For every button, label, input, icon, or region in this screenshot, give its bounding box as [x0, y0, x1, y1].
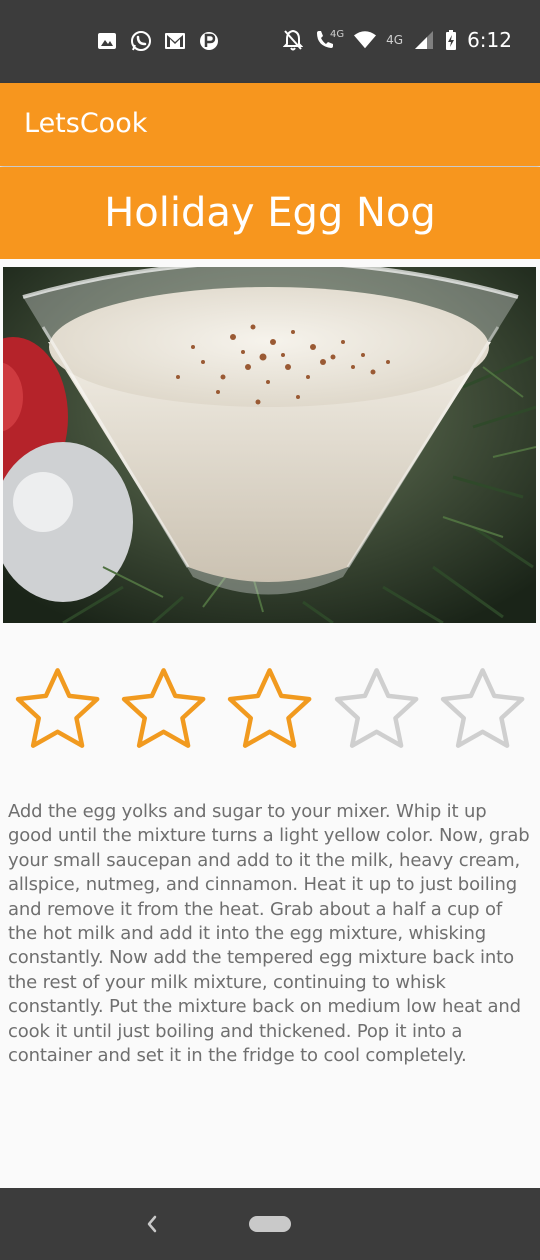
star-filled-icon[interactable] — [222, 660, 317, 756]
home-pill-icon[interactable] — [249, 1216, 291, 1232]
system-icons: 4G 4G 6:12 — [282, 28, 512, 52]
recipe-description: Add the egg yolks and sugar to your mixe… — [8, 801, 530, 1067]
notification-icons — [96, 30, 220, 52]
rating-bar[interactable] — [10, 660, 530, 756]
egg-nog-photo — [3, 267, 536, 623]
back-icon[interactable] — [138, 1208, 166, 1240]
parking-icon — [198, 30, 220, 52]
status-bar: 4G 4G 6:12 — [0, 0, 540, 83]
battery-charging-icon — [445, 29, 457, 51]
whatsapp-icon — [130, 30, 152, 52]
star-empty-icon[interactable] — [329, 660, 424, 756]
recipe-title: Holiday Egg Nog — [104, 190, 436, 236]
recipe-header: Holiday Egg Nog — [0, 167, 540, 259]
clock: 6:12 — [467, 28, 512, 52]
network-label-2: 4G — [386, 33, 404, 47]
recipe-image — [3, 267, 536, 623]
gmail-icon — [164, 30, 186, 52]
image-icon — [96, 30, 118, 52]
app-title: LetsCook — [24, 108, 148, 139]
star-empty-icon[interactable] — [435, 660, 530, 756]
signal-icon — [413, 29, 435, 51]
bell-off-icon — [282, 29, 304, 51]
star-filled-icon[interactable] — [10, 660, 105, 756]
star-filled-icon[interactable] — [116, 660, 211, 756]
app-bar: LetsCook — [0, 83, 540, 166]
wifi-icon — [354, 29, 377, 51]
network-label: 4G — [330, 28, 345, 40]
